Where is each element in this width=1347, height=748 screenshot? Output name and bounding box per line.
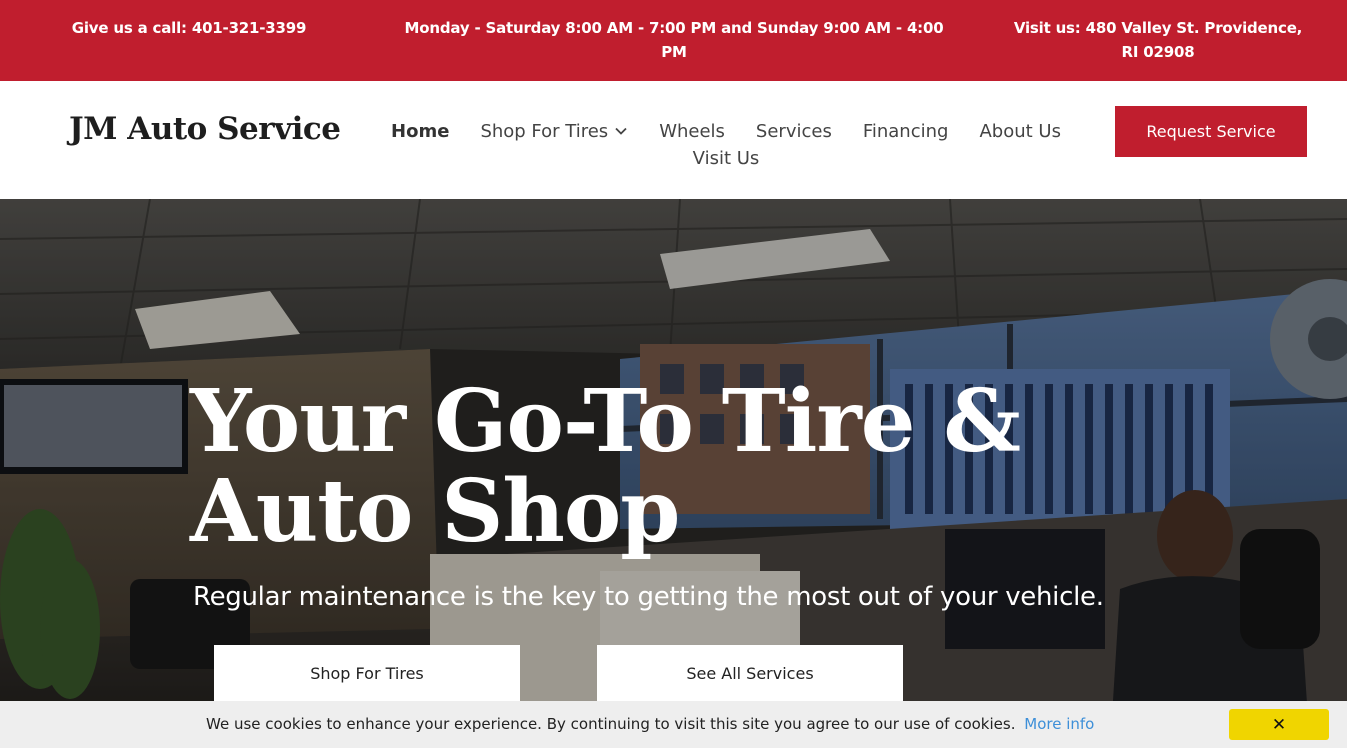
chevron-down-icon	[615, 127, 627, 135]
hero-subtitle: Regular maintenance is the key to gettin…	[193, 582, 1104, 612]
shop-for-tires-button[interactable]: Shop For Tires	[214, 645, 520, 701]
cookie-close-button[interactable]: ✕	[1229, 709, 1329, 740]
nav-about-us-label: About Us	[979, 120, 1061, 142]
nav-wheels[interactable]: Wheels	[659, 121, 725, 142]
cookie-more-info-link[interactable]: More info	[1024, 715, 1094, 733]
nav-financing[interactable]: Financing	[863, 121, 949, 142]
nav-about-us[interactable]: About Us	[979, 121, 1061, 142]
nav-visit-us[interactable]: Visit Us	[693, 148, 760, 169]
cookie-banner: We use cookies to enhance your experienc…	[0, 701, 1347, 748]
close-icon: ✕	[1271, 714, 1287, 735]
nav-home[interactable]: Home	[391, 121, 449, 142]
nav-financing-label: Financing	[862, 120, 949, 142]
nav-home-label: Home	[391, 120, 450, 142]
cookie-message-line: We use cookies to enhance your experienc…	[206, 715, 1094, 733]
business-hours: Monday - Saturday 8:00 AM - 7:00 PM and …	[404, 19, 944, 61]
top-info-bar: Give us a call: 401-321-3399 Monday - Sa…	[0, 0, 1347, 81]
nav-visit-us-label: Visit Us	[692, 147, 760, 169]
address-info[interactable]: Visit us: 480 Valley St. Providence, RI …	[1008, 16, 1308, 64]
request-service-button[interactable]: Request Service	[1115, 106, 1307, 157]
nav-wheels-label: Wheels	[659, 120, 725, 142]
main-nav: Home Shop For Tires Wheels Services Fina…	[380, 117, 1072, 172]
see-all-services-button[interactable]: See All Services	[597, 645, 903, 701]
hero-title: Your Go-To Tire & Auto Shop	[190, 371, 1021, 562]
nav-services[interactable]: Services	[756, 121, 832, 142]
nav-services-label: Services	[755, 120, 832, 142]
nav-shop-for-tires[interactable]: Shop For Tires	[480, 121, 628, 142]
site-logo[interactable]: JM Auto Service	[69, 111, 341, 147]
cookie-message: We use cookies to enhance your experienc…	[206, 715, 1016, 733]
hero-section: Your Go-To Tire & Auto Shop Regular main…	[0, 199, 1347, 748]
nav-shop-for-tires-label: Shop For Tires	[480, 120, 609, 142]
nav-row-primary: Home Shop For Tires Wheels Services Fina…	[380, 117, 1072, 145]
site-header: JM Auto Service Home Shop For Tires Whee…	[0, 81, 1347, 199]
nav-row-secondary: Visit Us	[380, 144, 1072, 172]
phone-info[interactable]: Give us a call: 401-321-3399	[60, 16, 318, 40]
